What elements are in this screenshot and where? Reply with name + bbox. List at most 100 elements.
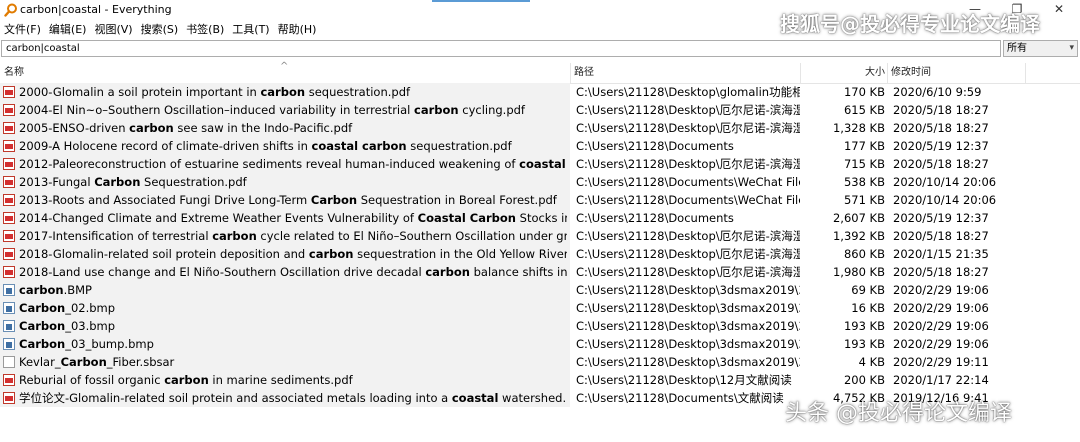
file-modified: 2020/5/18 18:27: [893, 157, 989, 171]
name-text: sequestration in the Old Yellow River de…: [357, 247, 567, 261]
match-highlight: carbon: [260, 85, 306, 99]
file-name[interactable]: Carbon_03_bump.bmp: [3, 335, 567, 353]
file-modified: 2020/5/19 12:37: [893, 211, 989, 225]
file-size: 1,392 KB: [832, 229, 885, 243]
pdf-file-icon: [3, 158, 15, 170]
file-row[interactable]: 2004-El Nin~o–Southern Oscillation–induc…: [0, 101, 1080, 119]
column-path[interactable]: 路径: [574, 63, 594, 83]
name-text: _Fiber.sbsar: [106, 355, 175, 369]
file-row[interactable]: 2005-ENSO-driven carbon see saw in the I…: [0, 119, 1080, 137]
name-text: balance shifts in Southeas...: [473, 265, 567, 279]
name-text: .BMP: [63, 283, 92, 297]
sort-arrow-icon: ^: [280, 61, 289, 72]
column-divider[interactable]: [570, 63, 571, 83]
column-name[interactable]: 名称: [4, 63, 24, 83]
file-row[interactable]: Reburial of fossil organic carbon in mar…: [0, 371, 1080, 389]
name-text: _03_bump.bmp: [65, 337, 154, 351]
column-modified[interactable]: 修改时间: [891, 63, 931, 83]
file-row[interactable]: Carbon_02.bmp C:\Users\21128\Desktop\3dsm…: [0, 299, 1080, 317]
name-text: see saw in the Indo-Pacific.pdf: [173, 121, 353, 135]
file-size: 4 KB: [858, 355, 885, 369]
file-row[interactable]: 2012-Paleoreconstruction of estuarine se…: [0, 155, 1080, 173]
file-row[interactable]: carbon.BMP C:\Users\21128\Desktop\3dsmax2…: [0, 281, 1080, 299]
menu-view[interactable]: 视图(V): [90, 21, 136, 39]
name-text: sequestration.pdf: [406, 139, 512, 153]
file-name[interactable]: 2009-A Holocene record of climate-driven…: [3, 137, 567, 155]
menu-search[interactable]: 搜索(S): [137, 21, 183, 39]
file-path: C:\Users\21128\Desktop\12月文献阅读: [576, 373, 792, 387]
file-name[interactable]: 2005-ENSO-driven carbon see saw in the I…: [3, 119, 567, 137]
file-name[interactable]: 2000-Glomalin a soil protein important i…: [3, 83, 567, 101]
menu-bookmarks[interactable]: 书签(B): [182, 21, 228, 39]
file-name[interactable]: Carbon_03.bmp: [3, 317, 567, 335]
filter-select[interactable]: 所有 ▾: [1003, 40, 1078, 57]
match-highlight: carbon: [414, 103, 459, 117]
file-name[interactable]: carbon.BMP: [3, 281, 567, 299]
window-title: carbon|coastal - Everything: [20, 3, 172, 16]
file-name[interactable]: 2013-Fungal Carbon Sequestration.pdf: [3, 173, 567, 191]
file-modified: 2020/5/19 12:37: [893, 139, 989, 153]
name-text: Stocks in the Tropic...: [519, 211, 567, 225]
file-name[interactable]: 学位论文-Glomalin-related soil protein and a…: [3, 389, 567, 407]
file-row[interactable]: 2013-Roots and Associated Fungi Drive Lo…: [0, 191, 1080, 209]
name-text: _03.bmp: [65, 319, 116, 333]
close-button[interactable]: ✕: [1038, 0, 1080, 20]
file-path: C:\Users\21128\Documents\文献阅读: [576, 391, 784, 405]
file-name[interactable]: Reburial of fossil organic carbon in mar…: [3, 371, 567, 389]
file-modified: 2020/1/15 21:35: [893, 247, 989, 261]
file-name[interactable]: 2014-Changed Climate and Extreme Weather…: [3, 209, 567, 227]
file-name[interactable]: 2013-Roots and Associated Fungi Drive Lo…: [3, 191, 567, 209]
image-file-icon: [3, 302, 15, 314]
match-highlight: coastal: [451, 391, 499, 405]
column-size[interactable]: 大小: [800, 63, 885, 83]
file-name[interactable]: 2018-Glomalin-related soil protein depos…: [3, 245, 567, 263]
column-divider[interactable]: [1025, 63, 1026, 83]
file-icon: [3, 356, 15, 368]
match-highlight: coastal carbon: [519, 157, 567, 171]
file-name[interactable]: 2004-El Nin~o–Southern Oscillation–induc…: [3, 101, 567, 119]
file-row[interactable]: Kevlar_Carbon_Fiber.sbsar C:\Users\21128\…: [0, 353, 1080, 371]
column-divider[interactable]: [887, 63, 888, 83]
file-path: C:\Users\21128\Desktop\厄尔尼诺-滨海湿...: [576, 103, 800, 117]
file-row[interactable]: Carbon_03.bmp C:\Users\21128\Desktop\3dsm…: [0, 317, 1080, 335]
file-path: C:\Users\21128\Desktop\3dsmax2019\3d...: [576, 301, 800, 315]
file-size: 860 KB: [843, 247, 885, 261]
file-name[interactable]: Carbon_02.bmp: [3, 299, 567, 317]
file-row[interactable]: 2018-Land use change and El Niño-Souther…: [0, 263, 1080, 281]
file-size: 193 KB: [843, 319, 885, 333]
name-text: Sequestration.pdf: [140, 175, 247, 189]
pdf-file-icon: [3, 266, 15, 278]
file-path: C:\Users\21128\Desktop\厄尔尼诺-滨海湿...: [576, 247, 800, 261]
name-text: 2017-Intensification of terrestrial: [19, 229, 213, 243]
menu-tools[interactable]: 工具(T): [228, 21, 273, 39]
file-row[interactable]: 2018-Glomalin-related soil protein depos…: [0, 245, 1080, 263]
file-row[interactable]: 2000-Glomalin a soil protein important i…: [0, 83, 1080, 101]
pdf-file-icon: [3, 392, 15, 404]
file-row[interactable]: 2013-Fungal Carbon Sequestration.pdf C:\U…: [0, 173, 1080, 191]
pdf-file-icon: [3, 374, 15, 386]
menu-file[interactable]: 文件(F): [0, 21, 45, 39]
file-row[interactable]: 2017-Intensification of terrestrial carb…: [0, 227, 1080, 245]
file-name[interactable]: 2018-Land use change and El Niño-Souther…: [3, 263, 567, 281]
file-row[interactable]: 2009-A Holocene record of climate-driven…: [0, 137, 1080, 155]
file-name[interactable]: 2012-Paleoreconstruction of estuarine se…: [3, 155, 567, 173]
watermark-top: 搜狐号@投必得专业论文编译: [780, 12, 1040, 36]
menu-help[interactable]: 帮助(H): [274, 21, 321, 39]
file-row[interactable]: 2014-Changed Climate and Extreme Weather…: [0, 209, 1080, 227]
file-size: 193 KB: [843, 337, 885, 351]
match-highlight: carbon: [425, 265, 470, 279]
file-size: 69 KB: [851, 283, 885, 297]
search-input[interactable]: [2, 41, 1000, 56]
file-name[interactable]: Kevlar_Carbon_Fiber.sbsar: [3, 353, 567, 371]
name-text: 2004-El Nin~o–Southern Oscillation–induc…: [19, 103, 415, 117]
file-path: C:\Users\21128\Desktop\3dsmax2019\3d...: [576, 319, 800, 333]
menu-bar: 文件(F) 编辑(E) 视图(V) 搜索(S) 书签(B) 工具(T) 帮助(H…: [0, 21, 320, 39]
name-text: watershed.pdf: [502, 391, 567, 405]
name-text: sequestration.pdf: [305, 85, 411, 99]
menu-edit[interactable]: 编辑(E): [45, 21, 91, 39]
file-row[interactable]: Carbon_03_bump.bmp C:\Users\21128\Desktop…: [0, 335, 1080, 353]
file-name[interactable]: 2017-Intensification of terrestrial carb…: [3, 227, 567, 245]
file-size: 1,328 KB: [832, 121, 885, 135]
match-highlight: Carbon: [19, 337, 66, 351]
file-path: C:\Users\21128\Documents: [576, 211, 734, 225]
